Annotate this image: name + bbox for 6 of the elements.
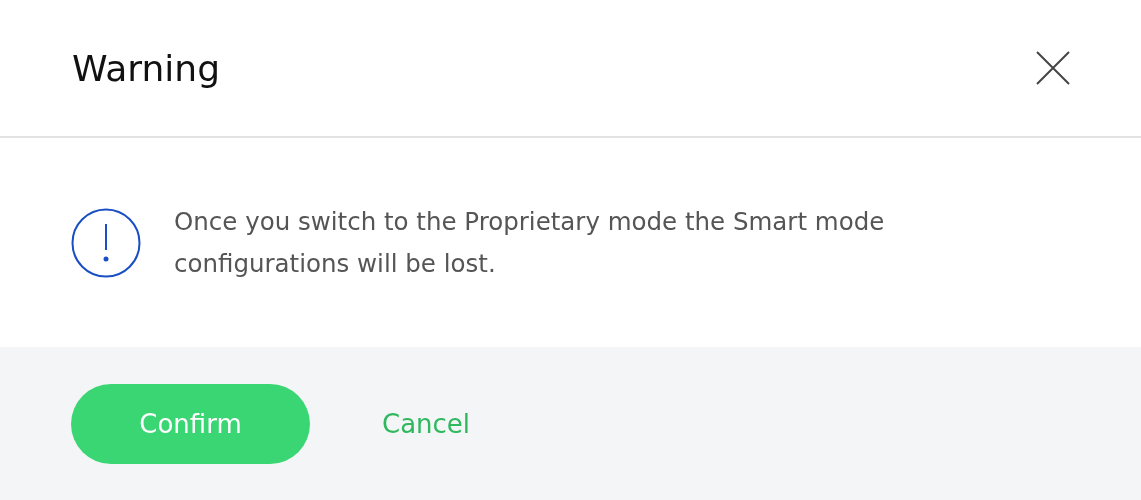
dialog-title: Warning — [72, 47, 220, 89]
cancel-button[interactable]: Cancel — [382, 408, 471, 439]
warning-message: Once you switch to the Proprietary mode the Smart mode configurations will be lost. — [174, 205, 886, 280]
close-icon[interactable] — [1035, 50, 1071, 86]
confirm-button[interactable]: Confirm — [71, 383, 310, 464]
warning-icon — [71, 207, 141, 278]
